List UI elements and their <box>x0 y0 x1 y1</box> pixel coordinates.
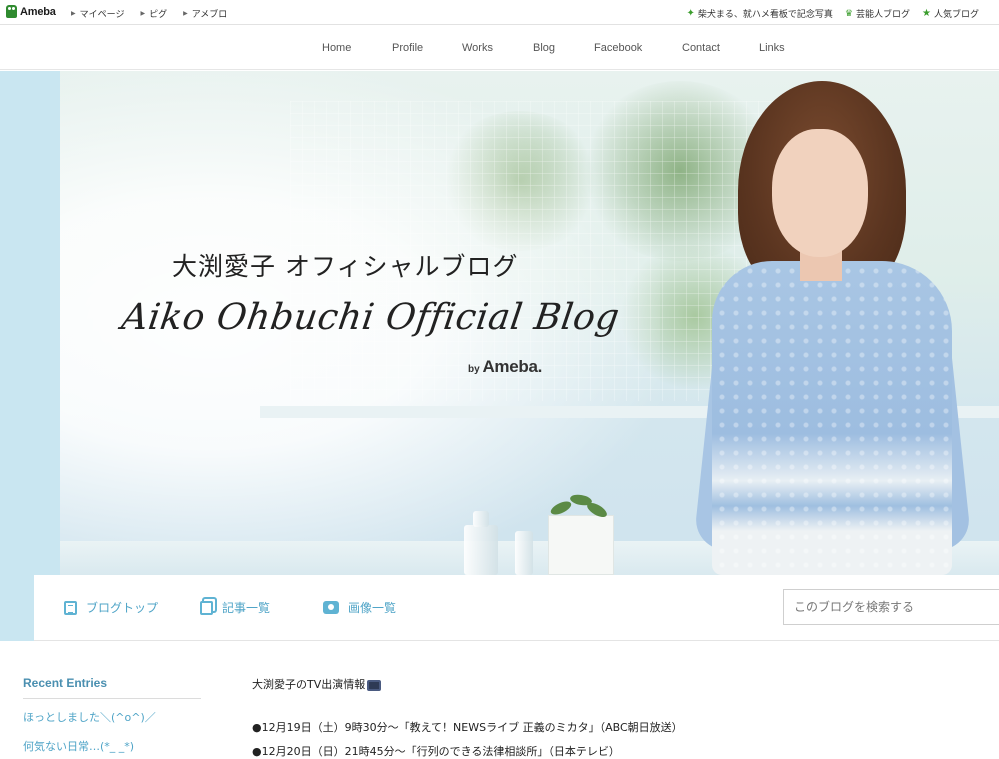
by-ameba-logo: by Ameba. <box>468 357 543 376</box>
recent-entries-list: ほっとしました＼(^o^)／ 何気ない日常…(*_ _*) <box>23 709 201 754</box>
arrow-right-icon: ▶ <box>140 10 146 17</box>
hero-en-title: Aiko Ohbuchi Official Blog <box>119 297 623 338</box>
ameba-top-bar: Ameba ▶ マイページ ▶ ピグ ▶ アメブロ ✦ 柴犬まる、就ハメ看板で記念写真 … <box>0 0 999 25</box>
nav-blog[interactable]: Blog <box>533 42 555 54</box>
blog-top-link[interactable]: ブログトップ <box>64 599 158 616</box>
ameba-logo-text: Ameba <box>20 5 56 18</box>
ameblo-link[interactable]: ▶ アメブロ <box>183 7 227 20</box>
ameba-logo[interactable]: Ameba <box>6 5 56 18</box>
article-line: ●12月19日（土）9時30分〜「教えて！NEWSライブ 正義のミカタ」（ABC… <box>252 721 683 734</box>
hero-portrait <box>712 261 952 575</box>
star-icon: ★ <box>922 8 931 19</box>
ameba-frog-icon <box>6 5 17 18</box>
camera-icon <box>323 601 339 614</box>
blog-search-input[interactable] <box>783 589 999 625</box>
blog-sub-nav: ブログトップ 記事一覧 画像一覧 <box>34 575 999 641</box>
celebrity-blog-link[interactable]: ♛ 芸能人ブログ <box>844 7 910 21</box>
top-links: ▶ マイページ ▶ ピグ ▶ アメブロ <box>71 7 227 20</box>
hero-side-band <box>0 71 60 641</box>
article-line: ●12月20日（日）21時45分〜「行列のできる法律相談所」（日本テレビ） <box>252 745 620 758</box>
image-list-link[interactable]: 画像一覧 <box>323 599 396 616</box>
hero-banner: 大渕愛子 オフィシャルブログ Aiko Ohbuchi Official Blo… <box>60 71 999 575</box>
copy-icon <box>200 600 213 615</box>
nav-links[interactable]: Links <box>759 42 785 54</box>
recent-entry-link[interactable]: 何気ない日常…(*_ _*) <box>23 738 201 754</box>
entry-list-link[interactable]: 記事一覧 <box>200 599 270 616</box>
top-right-links: ✦ 柴犬まる、就ハメ看板で記念写真 ♛ 芸能人ブログ ★ 人気ブログ <box>687 7 979 20</box>
featured-news-link[interactable]: ✦ 柴犬まる、就ハメ看板で記念写真 <box>687 7 833 20</box>
hero-jp-title: 大渕愛子 オフィシャルブログ <box>172 252 519 281</box>
nav-profile[interactable]: Profile <box>392 42 423 54</box>
nav-facebook[interactable]: Facebook <box>594 42 642 54</box>
arrow-right-icon: ▶ <box>71 10 76 17</box>
list-icon <box>64 600 77 615</box>
recent-entry-link[interactable]: ほっとしました＼(^o^)／ <box>23 709 201 725</box>
blog-article: 大渕愛子のTV出演情報 ●12月19日（土）9時30分〜「教えて！NEWSライブ… <box>252 676 892 759</box>
nav-home[interactable]: Home <box>322 42 351 54</box>
sidebar: Recent Entries ほっとしました＼(^o^)／ 何気ない日常…(*_… <box>23 676 201 754</box>
article-title: 大渕愛子のTV出演情報 <box>252 676 892 692</box>
main-nav: Home Profile Works Blog Facebook Contact… <box>0 26 999 70</box>
popular-blog-link[interactable]: ★ 人気ブログ <box>922 7 979 20</box>
sparkle-icon: ✦ <box>686 8 695 19</box>
tv-icon <box>367 679 382 691</box>
nav-works[interactable]: Works <box>462 42 493 54</box>
plant-pot <box>548 515 614 575</box>
crown-icon: ♛ <box>844 8 853 19</box>
pigg-link[interactable]: ▶ ピグ <box>140 7 167 20</box>
arrow-right-icon: ▶ <box>183 10 188 17</box>
my-page-link[interactable]: ▶ マイページ <box>71 7 124 20</box>
recent-entries-title: Recent Entries <box>23 676 201 699</box>
nav-contact[interactable]: Contact <box>682 42 720 54</box>
